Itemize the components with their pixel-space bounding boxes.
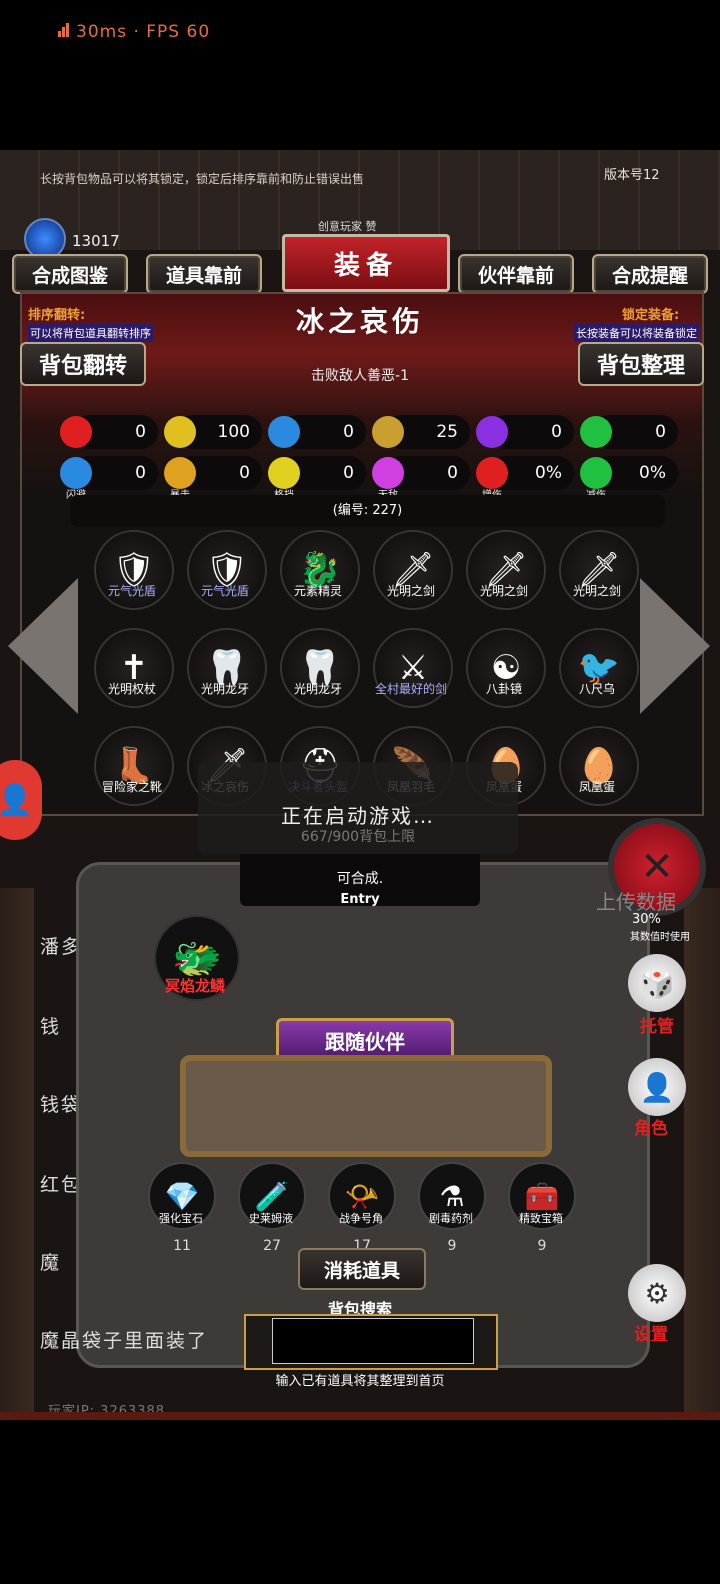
consumable-icon: 🧰 (524, 1179, 560, 1213)
helmet-icon (268, 416, 300, 448)
inventory-item-name: 元素精灵 (293, 584, 342, 598)
inventory-item-name: 光明之剑 (386, 584, 435, 598)
percent-value: 30% (632, 912, 661, 927)
consumables-title: 消耗道具 (298, 1248, 426, 1290)
game-screen: 长按背包物品可以将其锁定，锁定后排序靠前和防止错误出售 版本号12 13017 … (0, 150, 720, 1420)
equip-subtitle: 创意玩家 赞 (318, 220, 377, 233)
inventory-item-name: 凤凰蛋 (578, 780, 615, 794)
consumable-count: 27 (263, 1238, 281, 1254)
right-frame (684, 888, 720, 1418)
role-button-label[interactable]: 角色 (634, 1114, 668, 1139)
consumable-name: 精致宝箱 (519, 1212, 563, 1225)
inventory-item-name: 八卦镜 (485, 682, 522, 696)
synth-hint-button[interactable]: 合成提醒 (592, 254, 708, 294)
pet-name: 冥焰龙鳞 (164, 977, 225, 995)
consumable-name: 强化宝石 (159, 1212, 203, 1225)
consumable-name: 史莱姆液 (249, 1212, 293, 1225)
version-label: 版本号12 (604, 168, 660, 183)
item-name: 冰之哀伤 (295, 305, 424, 338)
status-separator: · (133, 22, 140, 42)
inventory-item-name: 光明之剑 (479, 584, 528, 598)
consumable-icon: 💎 (164, 1179, 200, 1213)
side-label: 钱 (40, 1016, 62, 1038)
lock-notice: 长按背包物品可以将其锁定，锁定后排序靠前和防止错误出售 (40, 172, 365, 186)
currency-amount: 13017 (72, 232, 120, 250)
avatar-float-icon[interactable]: 👤 (0, 760, 42, 840)
shield-icon (268, 457, 300, 489)
equip-title-banner: 装备 (282, 234, 450, 292)
inventory-item-name: 光明龙牙 (200, 682, 249, 696)
item-serial: (编号: 227) (70, 495, 665, 527)
role-icon[interactable]: 👤 (628, 1058, 686, 1116)
next-page-arrow-icon[interactable] (640, 578, 710, 714)
clover-icon (580, 416, 612, 448)
inventory-item-name: 元气光盾 (200, 584, 249, 598)
damage-up-icon (476, 457, 508, 489)
strength-icon (164, 416, 196, 448)
consumable-icon: 🧪 (254, 1179, 290, 1213)
inventory-item-name: 冒险家之靴 (101, 780, 162, 794)
signal-icon (58, 22, 70, 42)
partner-board (180, 1055, 552, 1157)
inventory-item-name: 光明权杖 (107, 682, 156, 696)
steward-button-label[interactable]: 托管 (640, 1012, 674, 1037)
inventory-item-name: 光明龙牙 (293, 682, 342, 696)
bag-capacity: 667/900背包上限 (300, 829, 416, 845)
partner-front-button[interactable]: 伙伴靠前 (458, 254, 574, 294)
percent-note: 其数值时使用 (630, 932, 690, 943)
settings-gear-icon[interactable]: ⚙ (628, 1264, 686, 1322)
bag-flip-button[interactable]: 背包翻转 (20, 342, 146, 386)
prev-page-arrow-icon[interactable] (8, 578, 78, 714)
crit-icon (164, 457, 196, 489)
damage-down-icon (580, 457, 612, 489)
inventory-item-name: 光明之剑 (572, 584, 621, 598)
consumable-name: 剧毒药剂 (429, 1212, 473, 1225)
bag-search-hint: 输入已有道具将其整理到首页 (275, 1374, 445, 1389)
consumable-count: 11 (173, 1238, 191, 1254)
bag-organize-button[interactable]: 背包整理 (578, 342, 704, 386)
settings-button-label[interactable]: 设置 (634, 1320, 668, 1345)
side-label: 魔 (40, 1252, 62, 1274)
consumable-name: 战争号角 (339, 1212, 383, 1225)
boot-icon (60, 457, 92, 489)
consumable-count: 9 (447, 1238, 457, 1254)
items-front-button[interactable]: 道具靠前 (146, 254, 262, 294)
inventory-item-name: 元气光盾 (107, 584, 156, 598)
consumable-icon: 📯 (344, 1179, 380, 1213)
left-frame (0, 888, 34, 1418)
inventory-item-name: 全村最好的剑 (374, 682, 447, 696)
toast-message: 正在启动游戏… (281, 804, 435, 828)
inventory-item-name: 八尺乌 (578, 682, 615, 696)
consumable-count: 9 (537, 1238, 547, 1254)
craftable-text: 可合成. (336, 871, 384, 887)
wings-icon (372, 457, 404, 489)
consumable-icon: ⚗ (439, 1179, 465, 1213)
side-label: 魔晶袋子里面装了 (40, 1330, 209, 1352)
fps: FPS 60 (146, 22, 211, 42)
lightning-icon (476, 416, 508, 448)
bottom-bar (0, 1412, 720, 1420)
heart-icon (60, 416, 92, 448)
dice-icon[interactable]: 🎲 (628, 954, 686, 1012)
latency: 30ms (76, 22, 128, 42)
upload-data-button[interactable]: 上传数据 (596, 886, 676, 915)
entry-label: Entry (340, 892, 380, 907)
network-status: 30ms · FPS 60 (58, 22, 210, 42)
synth-book-button[interactable]: 合成图鉴 (12, 254, 128, 294)
sword-icon (372, 416, 404, 448)
bag-search-input[interactable] (272, 1318, 474, 1364)
